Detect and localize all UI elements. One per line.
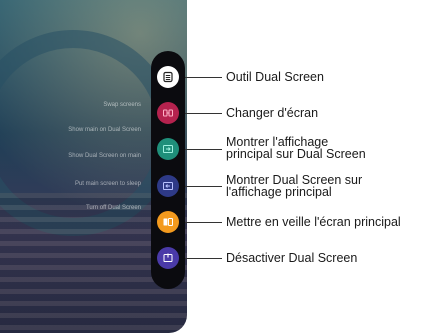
swap-screen-button[interactable] xyxy=(157,102,179,124)
label-swap-screen: Changer d'écran xyxy=(226,106,319,120)
dual-to-main-button[interactable] xyxy=(157,175,179,197)
label-sleep-main-screen: Mettre en veille l'écran principal xyxy=(226,215,401,229)
sleep-main-screen-icon xyxy=(163,218,173,226)
label-dual-to-main: Montrer Dual Screen sur l'affichage prin… xyxy=(226,174,362,199)
dual-screen-tool-icon xyxy=(163,71,173,83)
blurred-text: Put main screen to sleep xyxy=(74,181,141,187)
callout-line xyxy=(179,77,222,78)
dual-screen-tool-button[interactable] xyxy=(157,66,179,88)
main-to-dual-button[interactable] xyxy=(157,138,179,160)
dual-to-main-icon xyxy=(163,182,173,190)
dual-screen-tool-panel xyxy=(151,51,185,289)
callout-line xyxy=(179,113,222,114)
label-disable-dual-screen: Désactiver Dual Screen xyxy=(226,251,358,265)
blurred-text: Turn off Dual Screen xyxy=(85,205,141,211)
blurred-text: Show main on Dual Screen xyxy=(68,127,141,133)
main-to-dual-icon xyxy=(163,145,173,153)
blurred-text: Show Dual Screen on main xyxy=(68,153,141,159)
label-line: l'affichage principal xyxy=(226,185,332,199)
disable-dual-screen-icon xyxy=(163,253,173,262)
label-line: principal sur Dual Screen xyxy=(226,147,366,161)
swap-screen-icon xyxy=(163,109,173,117)
disable-dual-screen-button[interactable] xyxy=(157,247,179,269)
label-dual-screen-tool: Outil Dual Screen xyxy=(226,70,324,84)
callout-line xyxy=(179,258,222,259)
callout-line xyxy=(179,186,222,187)
callout-line xyxy=(179,222,222,223)
callout-line xyxy=(179,149,222,150)
sleep-main-screen-button[interactable] xyxy=(157,211,179,233)
blurred-text: Swap screens xyxy=(103,102,141,108)
label-main-to-dual: Montrer l'affichage principal sur Dual S… xyxy=(226,136,366,161)
